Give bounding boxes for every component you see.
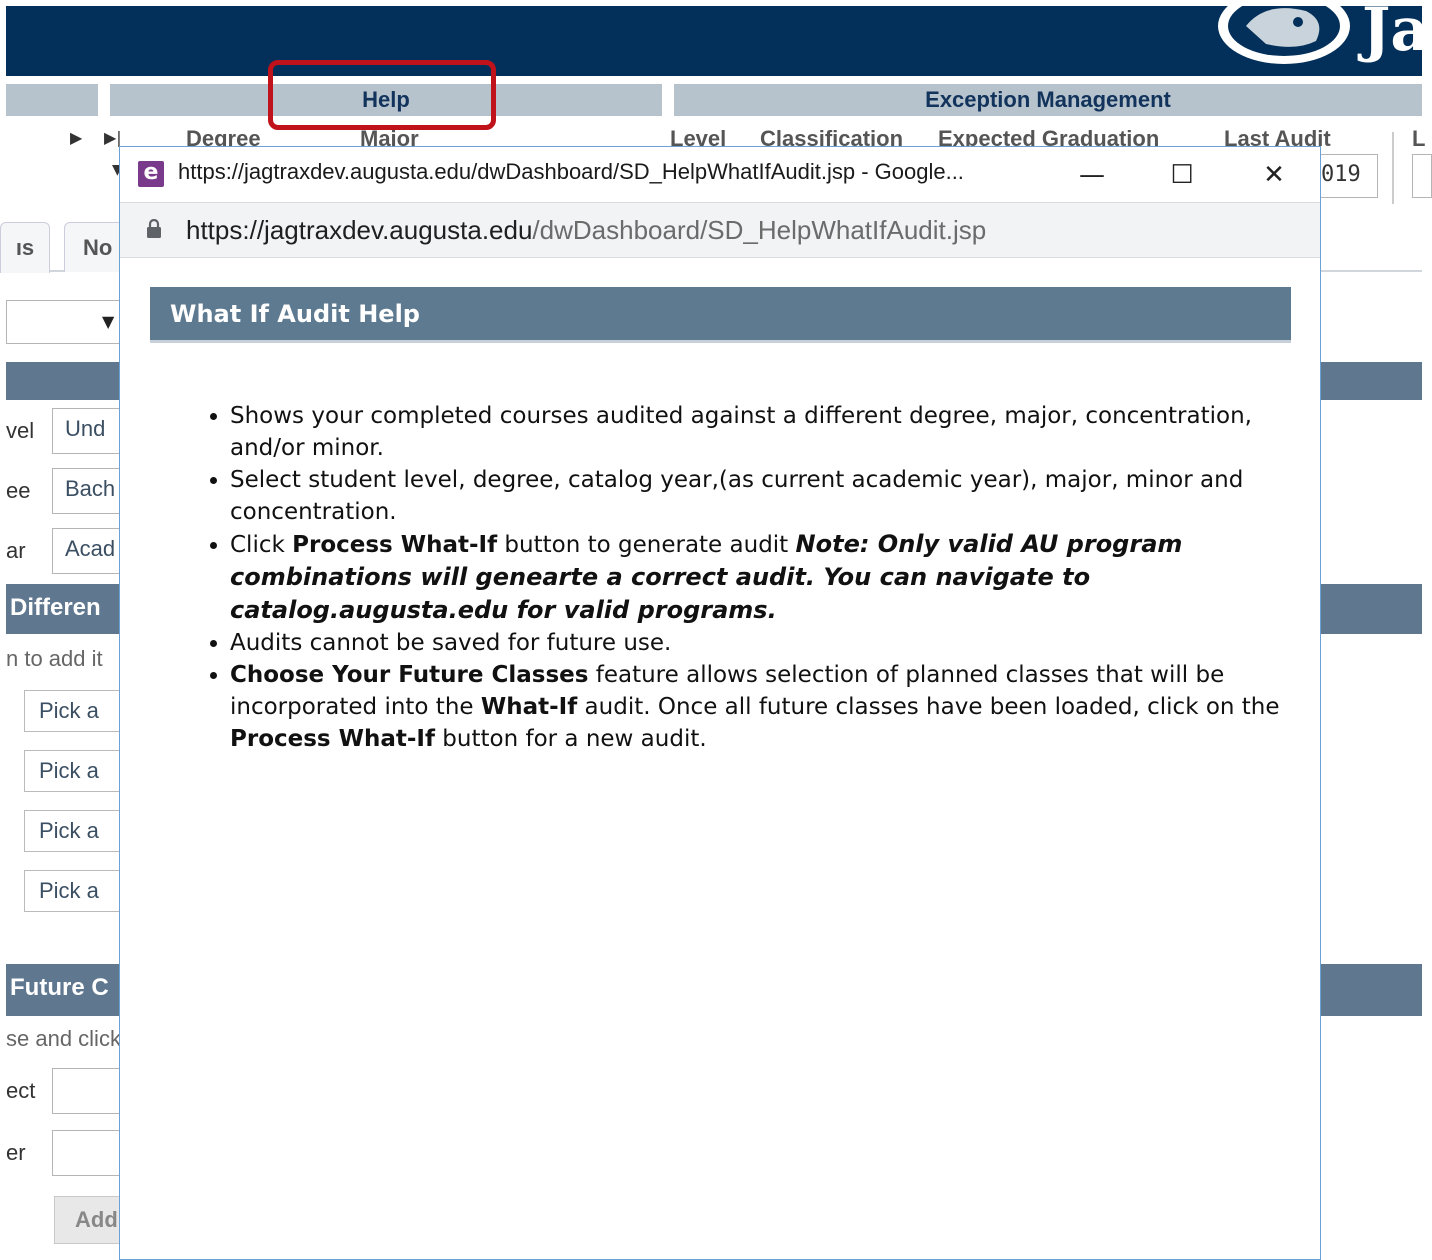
minimize-button[interactable]: — (1072, 155, 1112, 195)
browser-e-icon: e (138, 161, 164, 187)
help-popup-window: e https://jagtraxdev.augusta.edu/dwDashb… (119, 146, 1321, 1260)
pick-button[interactable]: Pick a (24, 750, 134, 792)
pick-button[interactable]: Pick a (24, 870, 134, 912)
bullet-text: audit. Once all future classes have been… (577, 694, 1280, 720)
add-hint-text: n to add it (6, 646, 103, 671)
bullet-text: button for a new audit. (435, 726, 707, 752)
number-label: er (6, 1140, 26, 1165)
list-item: Choose Your Future Classes feature allow… (230, 659, 1320, 755)
header-label-l: L (1412, 126, 1426, 148)
extra-field[interactable] (1412, 154, 1432, 198)
nav-tab-exception-management[interactable]: Exception Management (674, 84, 1422, 116)
popup-title: https://jagtraxdev.augusta.edu/dwDashboa… (178, 159, 964, 184)
main-nav: Help Exception Management (6, 78, 1422, 120)
url-host: https://jagtraxdev.augusta.edu (186, 215, 533, 245)
jaguar-logo-icon (1218, 6, 1350, 64)
header-label-level: Level (670, 126, 727, 148)
list-item: Shows your completed courses audited aga… (230, 400, 1320, 464)
chevron-down-icon: ▼ (102, 312, 115, 331)
close-button[interactable]: ✕ (1254, 155, 1294, 195)
bold-what-if: What-If (480, 694, 578, 720)
bullet-text: button to generate audit (497, 532, 796, 558)
level-label: vel (6, 418, 35, 443)
header-label-major: Major (360, 126, 419, 148)
lock-icon (147, 219, 161, 238)
bullet-text: Select student level, degree, catalog ye… (230, 467, 1244, 525)
maximize-button[interactable]: ☐ (1162, 155, 1202, 195)
list-item: Audits cannot be saved for future use. (230, 627, 1320, 659)
bullet-text: Shows your completed courses audited aga… (230, 403, 1252, 461)
help-highlight-box (268, 60, 496, 130)
bold-process-what-if: Process What-If (292, 532, 498, 558)
last-icon[interactable]: ▶| (104, 128, 122, 147)
top-banner: Ja (6, 6, 1422, 76)
pick-button[interactable]: Pick a (24, 810, 134, 852)
tab-left[interactable]: ıs (0, 222, 50, 273)
header-label-expected-graduation: Expected Graduation (938, 126, 1160, 148)
pick-button[interactable]: Pick a (24, 690, 134, 732)
bullet-text: Audits cannot be saved for future use. (230, 630, 672, 656)
degree-label: ee (6, 478, 31, 503)
nav-tab-left[interactable] (6, 84, 98, 116)
popup-title-bar: e https://jagtraxdev.augusta.edu/dwDashb… (120, 147, 1320, 202)
address-bar[interactable]: https://jagtraxdev.augusta.edu/dwDashboa… (120, 202, 1320, 258)
subject-label: ect (6, 1078, 36, 1103)
header-label-degree: Degree (186, 126, 261, 148)
play-icon[interactable]: ▶ (70, 128, 82, 147)
future-hint-text: se and click (6, 1026, 121, 1051)
bold-process-what-if: Process What-If (230, 726, 435, 752)
divider (1392, 132, 1394, 204)
bold-choose-future-classes: Choose Your Future Classes (230, 662, 589, 688)
year-label: ar (6, 538, 26, 563)
list-item: Select student level, degree, catalog ye… (230, 464, 1320, 528)
bullet-text: Click (230, 532, 293, 558)
header-label-classification: Classification (760, 126, 904, 148)
help-bullet-list: Shows your completed courses audited aga… (182, 400, 1320, 755)
url-path: /dwDashboard/SD_HelpWhatIfAudit.jsp (532, 215, 987, 245)
url-text[interactable]: https://jagtraxdev.augusta.edu/dwDashboa… (186, 215, 986, 246)
help-header: What If Audit Help (150, 287, 1291, 343)
format-select[interactable] (6, 300, 136, 344)
header-label-last-audit: Last Audit (1224, 126, 1331, 148)
logo-text: Ja (1362, 6, 1422, 65)
list-item: Click Process What-If button to generate… (230, 528, 1320, 627)
